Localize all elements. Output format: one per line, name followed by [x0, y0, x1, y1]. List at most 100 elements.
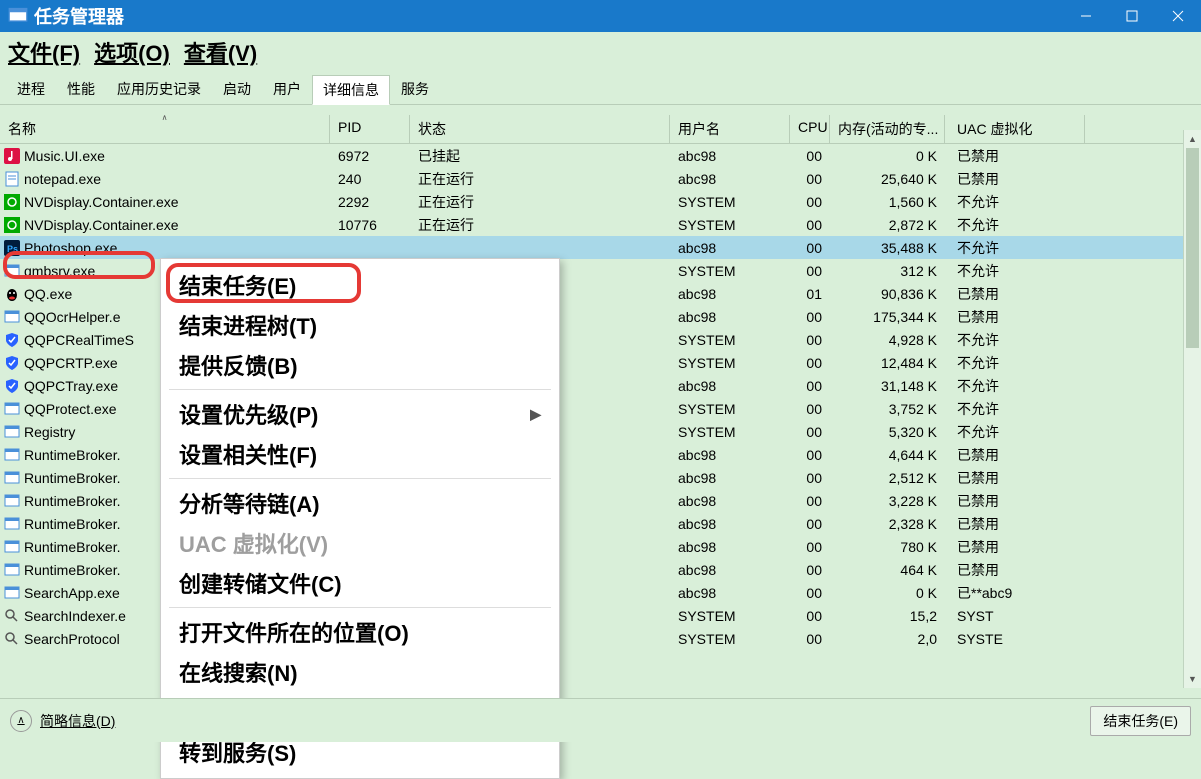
process-memory: 2,328 K	[830, 516, 945, 532]
process-memory: 90,836 K	[830, 286, 945, 302]
process-name: QQPCTray.exe	[24, 378, 118, 394]
context-menu-item[interactable]: 打开文件所在的位置(O)	[161, 612, 559, 652]
vertical-scrollbar[interactable]: ▲ ▼	[1183, 130, 1201, 688]
context-menu-item[interactable]: 结束任务(E)	[161, 265, 559, 305]
header-pid[interactable]: PID	[330, 115, 410, 143]
process-cpu: 00	[790, 539, 830, 555]
process-name: SearchIndexer.e	[24, 608, 126, 624]
process-memory: 780 K	[830, 539, 945, 555]
process-row[interactable]: NVDisplay.Container.exe10776正在运行SYSTEM00…	[0, 213, 1201, 236]
menu-options[interactable]: 选项(O)	[94, 36, 170, 68]
process-cpu: 00	[790, 631, 830, 647]
header-status[interactable]: 状态	[410, 115, 670, 143]
process-name: QQProtect.exe	[24, 401, 117, 417]
process-memory: 15,2	[830, 608, 945, 624]
header-uac[interactable]: UAC 虚拟化	[945, 115, 1085, 143]
process-row[interactable]: Music.UI.exe6972已挂起abc98000 K已禁用	[0, 144, 1201, 167]
process-cpu: 00	[790, 171, 830, 187]
process-icon	[4, 171, 20, 187]
context-menu-item[interactable]: 设置优先级(P)▶	[161, 394, 559, 434]
process-name: Photoshop.exe	[24, 240, 117, 256]
context-menu-item[interactable]: 设置相关性(F)	[161, 434, 559, 474]
tab-启动[interactable]: 启动	[212, 74, 262, 104]
process-uac: 不允许	[945, 399, 1085, 419]
process-memory: 0 K	[830, 148, 945, 164]
process-row[interactable]: NVDisplay.Container.exe2292正在运行SYSTEM001…	[0, 190, 1201, 213]
process-icon	[4, 332, 20, 348]
maximize-button[interactable]	[1109, 0, 1155, 32]
process-cpu: 00	[790, 424, 830, 440]
process-icon	[4, 447, 20, 463]
process-user: abc98	[670, 447, 790, 463]
menu-separator	[169, 389, 551, 390]
process-cpu: 00	[790, 493, 830, 509]
process-memory: 0 K	[830, 585, 945, 601]
tab-服务[interactable]: 服务	[390, 74, 440, 104]
menu-file[interactable]: 文件(F)	[8, 36, 80, 68]
footer-bar: ∧ 简略信息(D) 结束任务(E)	[0, 698, 1201, 742]
end-task-button[interactable]: 结束任务(E)	[1090, 706, 1191, 736]
tab-性能[interactable]: 性能	[56, 74, 106, 104]
tab-用户[interactable]: 用户	[262, 74, 312, 104]
process-cpu: 00	[790, 470, 830, 486]
process-user: abc98	[670, 585, 790, 601]
context-menu-item[interactable]: 分析等待链(A)	[161, 483, 559, 523]
tab-详细信息[interactable]: 详细信息	[312, 75, 390, 105]
process-row[interactable]: PsPhotoshop.exeabc980035,488 K不允许	[0, 236, 1201, 259]
process-user: abc98	[670, 171, 790, 187]
context-menu-item[interactable]: 在线搜索(N)	[161, 652, 559, 692]
header-memory[interactable]: 内存(活动的专...	[830, 115, 945, 143]
context-menu-item[interactable]: 提供反馈(B)	[161, 345, 559, 385]
svg-text:Ps: Ps	[7, 244, 18, 254]
process-name: QQPCRealTimeS	[24, 332, 134, 348]
process-memory: 3,752 K	[830, 401, 945, 417]
header-name[interactable]: 名称∧	[0, 115, 330, 143]
process-status: 正在运行	[410, 192, 670, 212]
process-cpu: 00	[790, 240, 830, 256]
header-user[interactable]: 用户名	[670, 115, 790, 143]
tab-进程[interactable]: 进程	[6, 74, 56, 104]
process-memory: 464 K	[830, 562, 945, 578]
process-uac: 已禁用	[945, 560, 1085, 580]
process-name: Music.UI.exe	[24, 148, 105, 164]
minimize-button[interactable]	[1063, 0, 1109, 32]
process-user: abc98	[670, 539, 790, 555]
process-user: abc98	[670, 378, 790, 394]
process-icon	[4, 194, 20, 210]
process-cpu: 00	[790, 447, 830, 463]
context-menu-item[interactable]: 结束进程树(T)	[161, 305, 559, 345]
process-cpu: 01	[790, 286, 830, 302]
menu-view[interactable]: 查看(V)	[184, 36, 257, 68]
process-user: SYSTEM	[670, 424, 790, 440]
process-icon	[4, 355, 20, 371]
process-row[interactable]: notepad.exe240正在运行abc980025,640 K已禁用	[0, 167, 1201, 190]
process-icon	[4, 217, 20, 233]
process-memory: 31,148 K	[830, 378, 945, 394]
process-cpu: 00	[790, 217, 830, 233]
scroll-up-icon[interactable]: ▲	[1184, 130, 1201, 148]
process-user: abc98	[670, 240, 790, 256]
tab-应用历史记录[interactable]: 应用历史记录	[106, 74, 212, 104]
sort-indicator-icon: ∧	[162, 115, 168, 122]
header-cpu[interactable]: CPU	[790, 115, 830, 143]
scroll-thumb[interactable]	[1186, 148, 1199, 348]
scroll-down-icon[interactable]: ▼	[1184, 670, 1201, 688]
app-icon	[8, 6, 28, 26]
process-name: RuntimeBroker.	[24, 447, 120, 463]
process-name: RuntimeBroker.	[24, 493, 120, 509]
process-cpu: 00	[790, 608, 830, 624]
process-cpu: 00	[790, 309, 830, 325]
process-status: 已挂起	[410, 146, 670, 166]
process-memory: 35,488 K	[830, 240, 945, 256]
process-uac: 已禁用	[945, 514, 1085, 534]
process-icon	[4, 263, 20, 279]
process-name: QQOcrHelper.e	[24, 309, 120, 325]
process-icon	[4, 585, 20, 601]
context-menu-item[interactable]: 创建转储文件(C)	[161, 563, 559, 603]
process-pid: 6972	[330, 148, 410, 164]
brief-info-toggle[interactable]: ∧ 简略信息(D)	[10, 710, 115, 732]
process-uac: 已禁用	[945, 169, 1085, 189]
process-name: NVDisplay.Container.exe	[24, 194, 179, 210]
process-uac: 不允许	[945, 330, 1085, 350]
close-button[interactable]	[1155, 0, 1201, 32]
